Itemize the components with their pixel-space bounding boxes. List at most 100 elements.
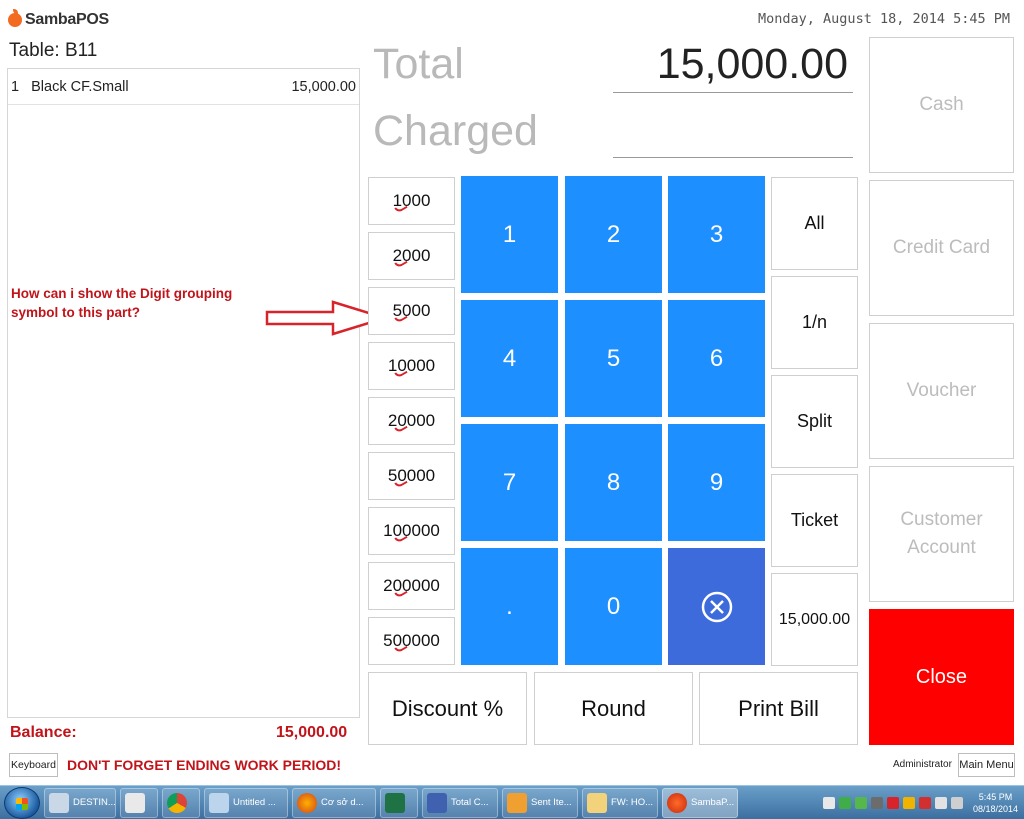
numpad-7-button[interactable]: 7 bbox=[461, 424, 558, 541]
taskbar-item-label: Total C... bbox=[451, 797, 489, 808]
app-icon bbox=[125, 792, 145, 813]
numpad-4-button[interactable]: 4 bbox=[461, 300, 558, 417]
tray-icon[interactable] bbox=[838, 796, 851, 809]
clock-date: 08/18/2014 bbox=[972, 803, 1018, 814]
tray-icon[interactable] bbox=[918, 796, 931, 809]
total-label: Total bbox=[373, 40, 464, 88]
taskbar-item-label: Cơ sở d... bbox=[321, 797, 364, 808]
balance-value: 15,000.00 bbox=[276, 724, 348, 741]
firefox-icon bbox=[297, 792, 317, 813]
customer-account-button[interactable]: Customer Account bbox=[869, 466, 1014, 602]
logged-user: Administrator bbox=[893, 759, 952, 770]
tray-icon[interactable] bbox=[822, 796, 835, 809]
round-button[interactable]: Round bbox=[534, 672, 693, 745]
charged-label: Charged bbox=[373, 107, 538, 155]
amount-button-100000[interactable]: 100000 bbox=[368, 507, 455, 555]
divide-n-button[interactable]: 1/n bbox=[771, 276, 858, 369]
taskbar-item[interactable] bbox=[120, 787, 158, 818]
taskbar-item[interactable]: FW: HO... bbox=[582, 787, 658, 818]
main-menu-button[interactable]: Main Menu bbox=[958, 753, 1015, 777]
numpad-5-button[interactable]: 5 bbox=[565, 300, 662, 417]
tray-icon[interactable] bbox=[902, 796, 915, 809]
tray-icon[interactable] bbox=[870, 796, 883, 809]
amount-button-label: 200000 bbox=[383, 576, 440, 595]
ticket-button[interactable]: Ticket bbox=[771, 474, 858, 567]
tray-icon[interactable] bbox=[854, 796, 867, 809]
amount-button-label: 100000 bbox=[383, 521, 440, 540]
order-line-name: Black CF.Small bbox=[31, 78, 129, 95]
taskbar-item-label: Untitled ... bbox=[233, 797, 276, 808]
taskbar-item-sambapos[interactable]: SambaP... bbox=[662, 787, 738, 818]
remaining-amount-button[interactable]: 15,000.00 bbox=[771, 573, 858, 666]
numpad-3-button[interactable]: 3 bbox=[668, 176, 765, 293]
taskbar-item[interactable] bbox=[162, 787, 200, 818]
ticket-order-list: 1 Black CF.Small 15,000.00 bbox=[7, 68, 360, 718]
table-title: Table: B11 bbox=[9, 40, 98, 61]
discount-percent-button[interactable]: Discount % bbox=[368, 672, 527, 745]
close-button[interactable]: Close bbox=[869, 609, 1014, 745]
keyboard-button[interactable]: Keyboard bbox=[9, 753, 58, 777]
amount-button-1000[interactable]: 1000 bbox=[368, 177, 455, 225]
volume-icon[interactable] bbox=[950, 796, 963, 809]
sambapos-logo: SambaPOS bbox=[8, 8, 109, 32]
pay-all-button[interactable]: All bbox=[771, 177, 858, 270]
sambapos-logo-icon bbox=[8, 9, 22, 27]
numpad-8-button[interactable]: 8 bbox=[565, 424, 662, 541]
taskbar-clock[interactable]: 5:45 PM 08/18/2014 bbox=[973, 791, 1018, 815]
annotation-text: How can i show the Digit grouping symbol… bbox=[11, 286, 233, 320]
clock-time: 5:45 PM bbox=[978, 791, 1013, 802]
taskbar-item-label: DESTIN... bbox=[73, 797, 116, 808]
taskbar-item-label: SambaP... bbox=[691, 797, 735, 808]
numpad-6-button[interactable]: 6 bbox=[668, 300, 765, 417]
system-tray: 5:45 PM 08/18/2014 bbox=[821, 786, 1024, 819]
cash-button[interactable]: Cash bbox=[869, 37, 1014, 173]
numpad-9-button[interactable]: 9 bbox=[668, 424, 765, 541]
order-line-qty: 1 bbox=[11, 78, 20, 95]
total-value: 15,000.00 bbox=[656, 40, 848, 88]
tray-icon[interactable] bbox=[886, 796, 899, 809]
ticket-order-line[interactable]: 1 Black CF.Small 15,000.00 bbox=[8, 69, 359, 105]
excel-icon bbox=[385, 792, 405, 813]
order-line-price: 15,000.00 bbox=[291, 78, 356, 95]
voucher-button[interactable]: Voucher bbox=[869, 323, 1014, 459]
numpad-1-button[interactable]: 1 bbox=[461, 176, 558, 293]
sambapos-app-icon bbox=[667, 792, 687, 813]
logo-text: SambaPOS bbox=[25, 11, 109, 28]
numpad-decimal-button[interactable]: . bbox=[461, 548, 558, 665]
amount-button-50000[interactable]: 50000 bbox=[368, 452, 455, 500]
notepad-icon bbox=[209, 792, 229, 813]
taskbar-item[interactable]: Untitled ... bbox=[204, 787, 288, 818]
amount-button-20000[interactable]: 20000 bbox=[368, 397, 455, 445]
amount-button-label: 500000 bbox=[383, 631, 440, 650]
print-bill-button[interactable]: Print Bill bbox=[699, 672, 858, 745]
outlook-icon bbox=[507, 792, 527, 813]
taskbar-item[interactable] bbox=[380, 787, 418, 818]
taskbar-item[interactable]: DESTIN... bbox=[44, 787, 116, 818]
network-icon[interactable] bbox=[934, 796, 947, 809]
split-button[interactable]: Split bbox=[771, 375, 858, 468]
taskbar-item[interactable]: Cơ sở d... bbox=[292, 787, 376, 818]
amount-button-10000[interactable]: 10000 bbox=[368, 342, 455, 390]
numpad-2-button[interactable]: 2 bbox=[565, 176, 662, 293]
charged-value-underline bbox=[613, 157, 853, 158]
balance-label: Balance: bbox=[10, 724, 77, 741]
taskbar-item[interactable]: Total C... bbox=[422, 787, 498, 818]
amount-button-200000[interactable]: 200000 bbox=[368, 562, 455, 610]
work-period-warning: DON'T FORGET ENDING WORK PERIOD! bbox=[67, 757, 341, 773]
taskbar-item[interactable]: Sent Ite... bbox=[502, 787, 578, 818]
credit-card-button[interactable]: Credit Card bbox=[869, 180, 1014, 316]
amount-button-500000[interactable]: 500000 bbox=[368, 617, 455, 665]
taskbar-item-label: Sent Ite... bbox=[531, 797, 572, 808]
taskbar-item-label: FW: HO... bbox=[611, 797, 654, 808]
clear-circle-x-icon bbox=[701, 591, 732, 622]
save-disk-icon bbox=[427, 792, 447, 813]
datetime-display: Monday, August 18, 2014 5:45 PM bbox=[758, 11, 1010, 27]
amount-button-2000[interactable]: 2000 bbox=[368, 232, 455, 280]
paint-app-icon bbox=[49, 792, 69, 813]
numpad-0-button[interactable]: 0 bbox=[565, 548, 662, 665]
start-button-icon[interactable] bbox=[4, 786, 40, 819]
chrome-icon bbox=[167, 792, 187, 813]
numpad-clear-button[interactable] bbox=[668, 548, 765, 665]
amount-button-5000[interactable]: 5000 bbox=[368, 287, 455, 335]
total-value-underline bbox=[613, 92, 853, 93]
